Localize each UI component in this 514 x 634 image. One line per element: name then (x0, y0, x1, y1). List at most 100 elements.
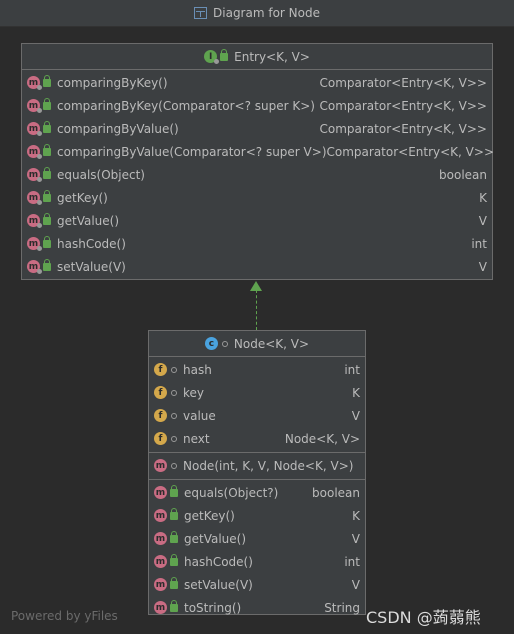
field-row[interactable]: f value V (149, 404, 365, 427)
method-icon: m (154, 601, 167, 614)
field-type: V (351, 408, 360, 423)
node-methods-section: m equals(Object?) boolean m getKey() Km getVal… (149, 480, 365, 621)
method-name: setValue(V) (184, 577, 253, 592)
field-row[interactable]: f next Node<K, V> (149, 427, 365, 450)
yfiles-credit: Powered by yFiles (11, 609, 118, 623)
package-private-icon (171, 412, 177, 419)
return-type: V (351, 577, 360, 592)
method-row[interactable]: m comparingByKey() Comparator<Entry<K, V>> (22, 71, 492, 94)
class-icon: c (204, 337, 218, 350)
field-row[interactable]: f hash int (149, 358, 365, 381)
public-lock-icon (43, 97, 51, 110)
method-name: hashCode() (184, 554, 253, 569)
method-row[interactable]: m comparingByValue() Comparator<Entry<K, V… (22, 117, 492, 140)
package-private-icon (171, 462, 177, 469)
method-name: setValue(V) (57, 259, 126, 274)
package-private-icon (221, 340, 228, 347)
method-row[interactable]: m setValue(V) V (22, 255, 492, 278)
return-type: V (351, 531, 360, 546)
public-lock-icon (43, 212, 51, 225)
node-constructor-section: m Node(int, K, V, Node<K, V>) (149, 453, 365, 480)
return-type: V (478, 259, 487, 274)
entry-methods-section: m comparingByKey() Comparator<Entry<K, V>>… (22, 70, 495, 280)
diagram-icon (194, 7, 208, 19)
return-type: Comparator<Entry<K, V>> (319, 121, 487, 136)
method-name: comparingByValue(Comparator<? super V>) (57, 144, 327, 159)
method-name: getKey() (184, 508, 235, 523)
method-row[interactable]: m getKey() K (149, 504, 365, 527)
method-row[interactable]: m getValue() V (149, 527, 365, 550)
method-icon: m (27, 76, 42, 90)
constructor-name: Node(int, K, V, Node<K, V>) (183, 458, 354, 473)
method-icon: m (27, 214, 42, 228)
method-icon: m (154, 555, 167, 568)
method-row[interactable]: m hashCode() int (22, 232, 492, 255)
method-name: equals(Object?) (184, 485, 279, 500)
method-icon: m (27, 260, 42, 274)
field-icon: f (154, 409, 167, 422)
method-name: comparingByKey() (57, 75, 168, 90)
method-row[interactable]: m getKey() K (22, 186, 492, 209)
field-row[interactable]: f key K (149, 381, 365, 404)
method-row[interactable]: m getValue() V (22, 209, 492, 232)
implements-connector (256, 290, 257, 330)
field-icon: f (154, 386, 167, 399)
method-row[interactable]: m equals(Object?) boolean (149, 481, 365, 504)
public-lock-icon (43, 166, 51, 179)
method-icon: m (27, 237, 42, 251)
method-name: comparingByKey(Comparator<? super K>) (57, 98, 315, 113)
constructor-row[interactable]: m Node(int, K, V, Node<K, V>) (149, 454, 365, 477)
method-name: toString() (184, 600, 242, 615)
node-header: c Node<K, V> (149, 331, 365, 357)
entry-interface-box[interactable]: I Entry<K, V> m comparingByKey() Comparato… (21, 43, 495, 280)
package-private-icon (171, 389, 177, 396)
method-row[interactable]: m equals(Object) boolean (22, 163, 492, 186)
field-type: Node<K, V> (284, 431, 360, 446)
method-name: comparingByValue() (57, 121, 179, 136)
return-type: int (344, 554, 360, 569)
public-lock-icon (43, 235, 51, 248)
public-lock-icon (43, 74, 51, 87)
window-title: Diagram for Node (213, 6, 320, 20)
node-fields-section: f hash int f key Kf value Vf next Node<K, V> (149, 357, 365, 453)
method-icon: m (154, 532, 167, 545)
method-name: hashCode() (57, 236, 126, 251)
field-icon: f (154, 363, 167, 376)
field-name: next (183, 431, 210, 446)
return-type: Comparator<Entry<K, V>> (319, 75, 487, 90)
entry-header: I Entry<K, V> (22, 44, 492, 70)
window-title-bar: Diagram for Node (0, 0, 514, 27)
interface-icon: I (204, 50, 220, 64)
method-icon: m (154, 459, 167, 472)
package-private-icon (171, 435, 177, 442)
method-row[interactable]: m toString() String (149, 596, 365, 619)
method-icon: m (154, 486, 167, 499)
method-row[interactable]: m setValue(V) V (149, 573, 365, 596)
method-icon: m (154, 578, 167, 591)
method-icon: m (27, 99, 42, 113)
public-lock-icon (43, 258, 51, 271)
method-row[interactable]: m comparingByKey(Comparator<? super K>) Co… (22, 94, 492, 117)
public-lock-icon (43, 120, 51, 133)
public-lock-icon (170, 484, 178, 497)
return-type: V (478, 213, 487, 228)
method-icon: m (27, 145, 42, 159)
node-class-box[interactable]: c Node<K, V> f hash int f key Kf value Vf next No… (148, 330, 366, 615)
public-lock-icon (170, 507, 178, 520)
public-lock-icon (170, 576, 178, 589)
method-row[interactable]: m hashCode() int (149, 550, 365, 573)
method-name: getKey() (57, 190, 108, 205)
method-row[interactable]: m comparingByValue(Comparator<? super V>)… (22, 140, 495, 163)
method-icon: m (27, 122, 42, 136)
return-type: Comparator<Entry<K, V>> (326, 144, 495, 159)
public-lock-icon (220, 48, 229, 61)
field-icon: f (154, 432, 167, 445)
field-name: key (183, 385, 205, 400)
return-type: int (471, 236, 487, 251)
public-lock-icon (170, 553, 178, 566)
entry-title: Entry<K, V> (234, 49, 310, 64)
field-type: K (352, 385, 360, 400)
field-name: hash (183, 362, 212, 377)
public-lock-icon (170, 530, 178, 543)
return-type: boolean (439, 167, 487, 182)
